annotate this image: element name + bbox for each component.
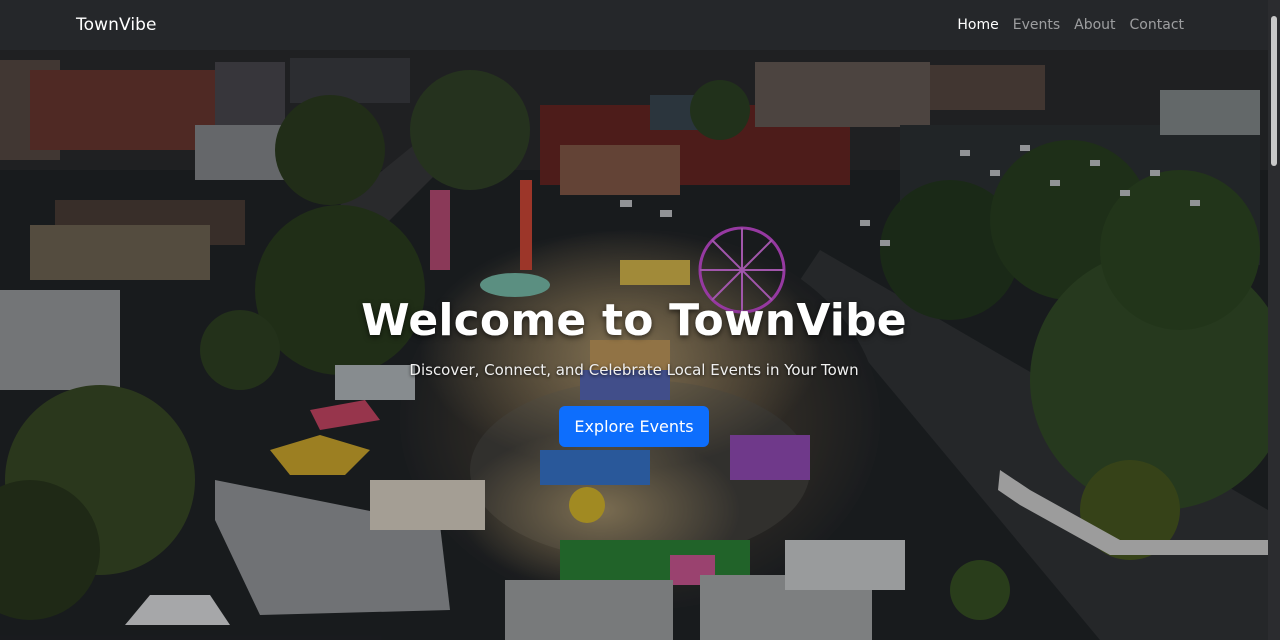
scrollbar-thumb[interactable]: [1271, 16, 1277, 166]
nav-link-events[interactable]: Events: [1013, 17, 1060, 33]
hero-content: Welcome to TownVibe Discover, Connect, a…: [0, 295, 1268, 447]
explore-events-button[interactable]: Explore Events: [559, 406, 709, 447]
brand-logo[interactable]: TownVibe: [76, 15, 157, 35]
nav-link-home[interactable]: Home: [957, 17, 998, 33]
hero-title: Welcome to TownVibe: [361, 295, 907, 346]
nav-links: Home Events About Contact: [957, 17, 1184, 33]
nav-link-contact[interactable]: Contact: [1130, 17, 1184, 33]
navbar: TownVibe Home Events About Contact: [0, 0, 1268, 50]
page-scrollbar[interactable]: [1268, 0, 1280, 640]
hero-subtitle: Discover, Connect, and Celebrate Local E…: [409, 361, 859, 379]
nav-link-about[interactable]: About: [1074, 17, 1115, 33]
hero-section: Welcome to TownVibe Discover, Connect, a…: [0, 50, 1268, 640]
